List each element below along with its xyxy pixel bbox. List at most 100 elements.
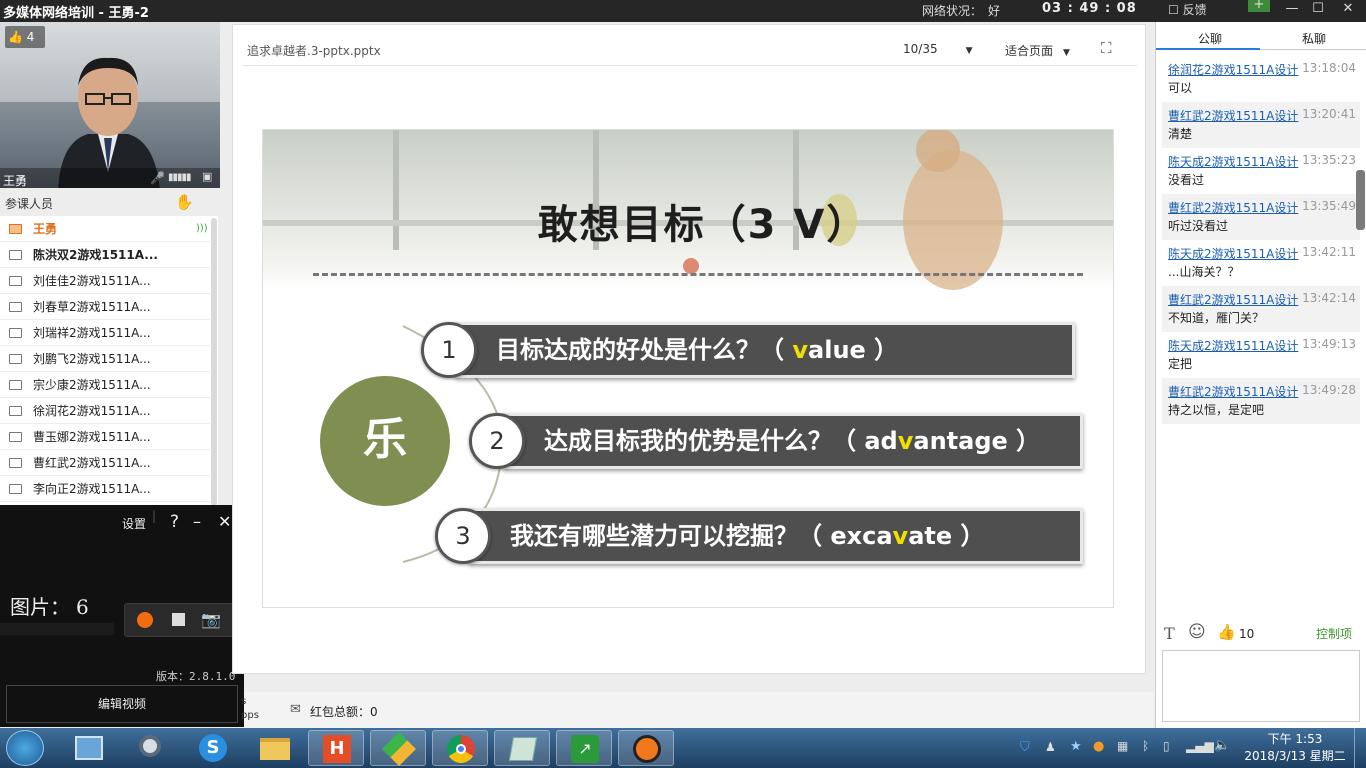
chat-username[interactable]: 陈天成2游戏1511A设计 bbox=[1168, 153, 1298, 170]
taskbar-app-control-panel[interactable] bbox=[61, 730, 117, 766]
taskbar-app-maps[interactable] bbox=[370, 730, 426, 766]
monitor-icon bbox=[9, 328, 22, 338]
participant-row[interactable]: 曹红武2游戏1511A... bbox=[0, 450, 210, 476]
camera-icon[interactable]: 📷 bbox=[201, 610, 221, 629]
maximize-button[interactable]: ☐ bbox=[1304, 0, 1332, 22]
participant-row[interactable]: 李向正2游戏1511A... bbox=[0, 476, 210, 502]
chat-like-count: 10 bbox=[1239, 627, 1255, 641]
taskbar-app-explorer[interactable] bbox=[246, 730, 302, 766]
chat-timestamp: 13:35:23 bbox=[1302, 153, 1356, 167]
chat-message: 陈天成2游戏1511A设计 13:35:23 没看过 bbox=[1162, 148, 1360, 194]
minimize-button[interactable]: — bbox=[1278, 0, 1306, 22]
chat-text: 听过没看过 bbox=[1168, 219, 1229, 233]
start-button[interactable] bbox=[6, 730, 44, 766]
network-tray-icon[interactable]: ▦ bbox=[1117, 739, 1128, 753]
chat-scrollbar[interactable] bbox=[1356, 170, 1365, 230]
participant-row[interactable]: 刘瑞祥2游戏1511A... bbox=[0, 320, 210, 346]
participant-row[interactable]: 曹玉娜2游戏1511A... bbox=[0, 424, 210, 450]
app-tray-icon[interactable]: ● bbox=[1093, 739, 1104, 754]
chat-username[interactable]: 曹红武2游戏1511A设计 bbox=[1168, 107, 1298, 124]
participant-row[interactable]: 刘春草2游戏1511A... bbox=[0, 294, 210, 320]
monitor-icon bbox=[9, 484, 22, 494]
participant-name: 刘鹏飞2游戏1511A... bbox=[33, 352, 151, 366]
participant-row[interactable]: 徐润花2游戏1511A... bbox=[0, 398, 210, 424]
settings-button[interactable]: 设置 bbox=[122, 515, 146, 532]
chat-text: 清楚 bbox=[1168, 127, 1193, 141]
pin-button[interactable]: + bbox=[1248, 0, 1270, 12]
chat-username[interactable]: 陈天成2游戏1511A设计 bbox=[1168, 245, 1298, 262]
title-bar: 多媒体网络培训 - 王勇-2 网络状况：好 03 : 49 : 08 ☐ 反馈 … bbox=[0, 0, 1366, 22]
chat-username[interactable]: 曹红武2游戏1511A设计 bbox=[1168, 291, 1298, 308]
volume-icon[interactable]: 🔈 bbox=[1214, 738, 1230, 753]
monitor-icon bbox=[9, 406, 22, 416]
taskbar-app-share[interactable]: ↗ bbox=[556, 730, 612, 766]
taskbar-app-training[interactable] bbox=[618, 730, 674, 766]
chat-message: 陈天成2游戏1511A设计 13:49:13 定把 bbox=[1162, 332, 1360, 378]
participant-row[interactable]: 王勇))) bbox=[0, 216, 210, 242]
edit-video-button[interactable]: 编辑视频 bbox=[6, 685, 238, 723]
show-desktop-button[interactable] bbox=[1354, 728, 1366, 768]
bluetooth-icon[interactable]: ᛒ bbox=[1142, 739, 1149, 753]
tab-private[interactable]: 私聊 bbox=[1302, 30, 1326, 47]
chat-timestamp: 13:20:41 bbox=[1302, 107, 1356, 121]
presenter-video: 👍 4 王勇 🎤 ▮▮▮▮▮ ▣ bbox=[0, 22, 220, 188]
participant-row[interactable]: 刘鹏飞2游戏1511A... bbox=[0, 346, 210, 372]
participant-name: 李向正2游戏1511A... bbox=[33, 482, 151, 496]
chat-username[interactable]: 徐润花2游戏1511A设计 bbox=[1168, 61, 1298, 78]
taskbar-app-webcam[interactable] bbox=[122, 730, 178, 766]
minimize-icon[interactable]: – bbox=[193, 512, 201, 531]
help-icon[interactable]: ? bbox=[170, 512, 179, 532]
zoom-selector[interactable]: 适合页面 ▼ bbox=[1005, 42, 1070, 59]
chevron-down-icon: ▼ bbox=[1063, 48, 1070, 58]
presenter-icon bbox=[9, 224, 22, 234]
feedback-button[interactable]: ☐ 反馈 bbox=[1168, 1, 1207, 18]
participant-row[interactable]: 宗少康2游戏1511A... bbox=[0, 372, 210, 398]
picture-count: 图片： 6 bbox=[10, 595, 89, 619]
participant-scrollbar[interactable] bbox=[211, 218, 217, 506]
item-number: 3 bbox=[435, 508, 491, 564]
recorder-controls: 📷 bbox=[124, 603, 234, 637]
edit-icon: ☐ bbox=[1168, 3, 1183, 17]
participant-name: 王勇 bbox=[33, 222, 58, 236]
taskbar-app-sogou[interactable]: S bbox=[184, 730, 240, 766]
dropdown-icon[interactable]: ▣ bbox=[202, 170, 212, 183]
page-selector[interactable]: 10/35 ▼ bbox=[903, 42, 973, 56]
tab-public[interactable]: 公聊 bbox=[1198, 30, 1222, 47]
participant-name: 曹红武2游戏1511A... bbox=[33, 456, 151, 470]
record-icon[interactable] bbox=[137, 612, 153, 628]
chat-username[interactable]: 陈天成2游戏1511A设计 bbox=[1168, 337, 1298, 354]
envelope-icon[interactable]: ✉ bbox=[290, 702, 301, 717]
raise-hand-icon[interactable]: ✋ bbox=[175, 193, 194, 211]
signal-icon[interactable]: ▂▄▆ bbox=[1186, 739, 1214, 753]
thumbs-up-icon[interactable]: 👍 bbox=[1217, 623, 1236, 641]
participant-row[interactable]: 陈洪双2游戏1511A... bbox=[0, 242, 210, 268]
participant-row[interactable]: 刘佳佳2游戏1511A... bbox=[0, 268, 210, 294]
item-number: 2 bbox=[469, 413, 525, 469]
stop-icon[interactable] bbox=[172, 613, 185, 626]
microphone-icon[interactable]: 🎤 bbox=[150, 171, 165, 185]
chat-message: 曹红武2游戏1511A设计 13:35:49 听过没看过 bbox=[1162, 194, 1360, 240]
text-format-icon[interactable]: T bbox=[1164, 624, 1175, 643]
monitor-icon bbox=[9, 276, 22, 286]
close-icon[interactable]: ✕ bbox=[218, 512, 231, 531]
close-button[interactable]: ✕ bbox=[1334, 0, 1362, 22]
taskbar-app-hbuilder[interactable]: H bbox=[308, 730, 364, 766]
emoji-icon[interactable]: ☺ bbox=[1188, 622, 1206, 642]
version-label: 版本：2.8.1.0 bbox=[156, 670, 236, 683]
system-clock[interactable]: 下午 1:53 2018/3/13 星期二 bbox=[1240, 731, 1350, 765]
participant-name: 徐润花2游戏1511A... bbox=[33, 404, 151, 418]
fullscreen-icon[interactable]: ⛶ bbox=[1101, 39, 1112, 57]
chat-username[interactable]: 曹红武2游戏1511A设计 bbox=[1168, 383, 1298, 400]
chat-username[interactable]: 曹红武2游戏1511A设计 bbox=[1168, 199, 1298, 216]
device-icon[interactable]: ▯ bbox=[1163, 739, 1170, 753]
like-counter[interactable]: 👍 4 bbox=[5, 26, 45, 48]
chat-input[interactable] bbox=[1162, 650, 1360, 722]
participant-list: 王勇))) 陈洪双2游戏1511A... 刘佳佳2游戏1511A... 刘春草2游戏1… bbox=[0, 216, 218, 506]
taskbar-app-chrome[interactable] bbox=[432, 730, 488, 766]
chat-message: 曹红武2游戏1511A设计 13:42:14 不知道，雁门关？ bbox=[1162, 286, 1360, 332]
control-options-link[interactable]: 控制项 bbox=[1316, 625, 1352, 642]
star-icon[interactable]: ★ bbox=[1070, 739, 1082, 754]
user-icon[interactable]: ♟ bbox=[1045, 740, 1056, 754]
taskbar-app-notes[interactable] bbox=[494, 730, 550, 766]
shield-icon[interactable]: ⛉ bbox=[1020, 740, 1030, 755]
